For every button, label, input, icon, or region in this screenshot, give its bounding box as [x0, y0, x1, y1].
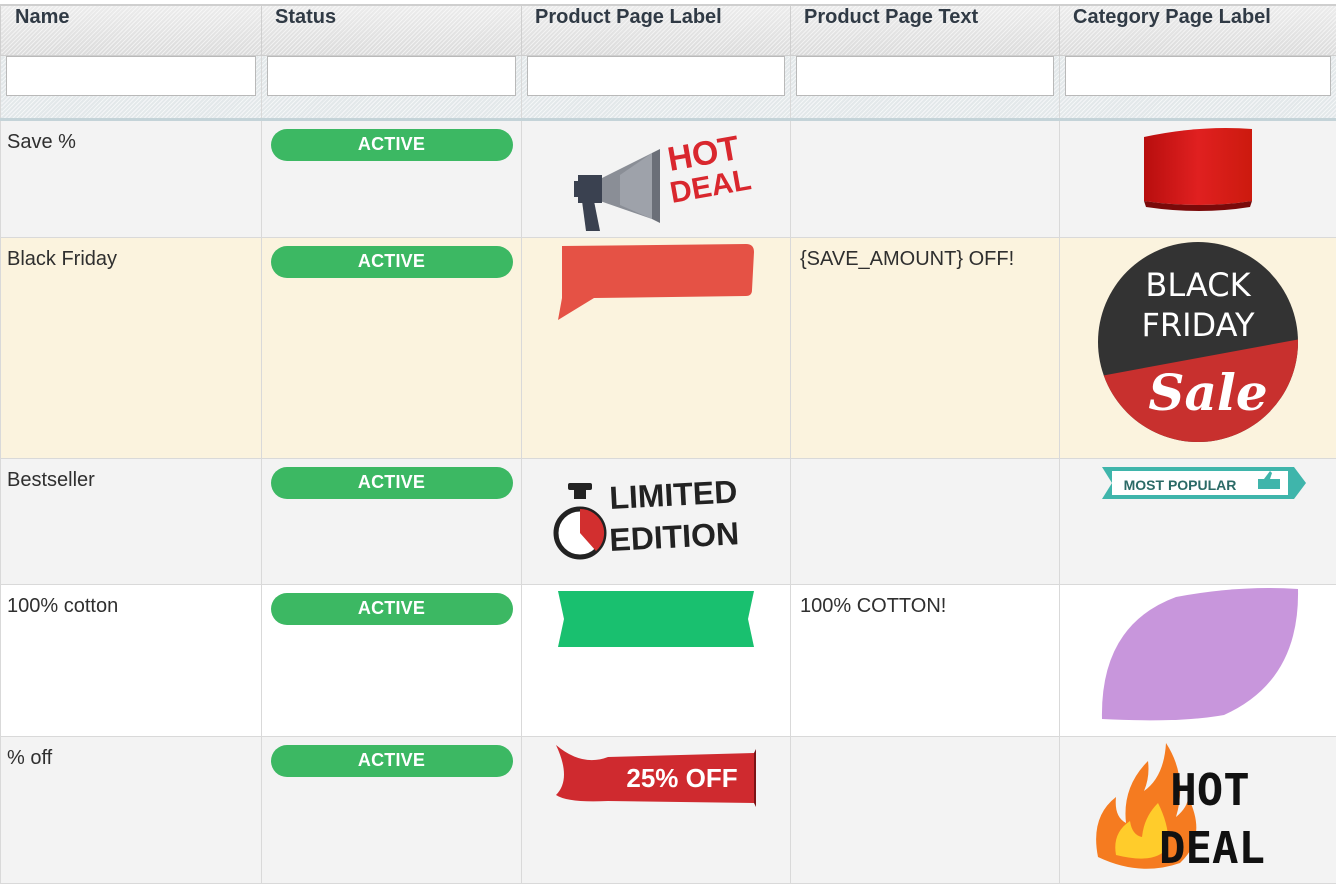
header-row: Name Status Product Page Label Product P…	[0, 4, 1336, 56]
row-product-page-text	[790, 458, 1060, 585]
flame-hot-deal-text-deal: DEAL	[1159, 823, 1265, 874]
row-product-label-cell: 25% OFF	[521, 736, 791, 884]
filter-cell-name	[0, 55, 262, 121]
row-name: % off	[0, 736, 262, 884]
row-product-label-cell	[521, 237, 791, 459]
labels-table: Name Status Product Page Label Product P…	[0, 4, 1336, 884]
black-friday-text-friday: FRIDAY	[1141, 306, 1255, 344]
most-popular-ribbon-icon: MOST POPULAR	[1102, 467, 1306, 499]
row-category-label-cell	[1059, 584, 1336, 737]
table-row[interactable]: 100% cotton ACTIVE 100% COTTON!	[0, 584, 1336, 737]
row-category-label-cell: MOST POPULAR	[1059, 458, 1336, 585]
table-row[interactable]: % off ACTIVE 25% OFF HOT DEAL	[0, 736, 1336, 884]
row-product-page-text	[790, 119, 1060, 238]
red-speech-banner-icon	[558, 244, 754, 320]
row-product-label-cell	[521, 584, 791, 737]
row-category-label-cell: BLACK FRIDAY Sale	[1059, 237, 1336, 459]
row-name: Bestseller	[0, 458, 262, 585]
row-category-label-cell: HOT DEAL	[1059, 736, 1336, 884]
filter-cell-category-page-label	[1059, 55, 1336, 121]
column-header-category-page-label[interactable]: Category Page Label	[1059, 4, 1336, 56]
filter-name-input[interactable]	[6, 56, 256, 96]
row-status-cell: ACTIVE	[261, 119, 522, 238]
megaphone-hot-deal-icon: HOT DEAL	[574, 129, 754, 231]
status-badge: ACTIVE	[270, 467, 513, 499]
column-header-product-page-text[interactable]: Product Page Text	[790, 4, 1060, 56]
flame-hot-deal-icon: HOT DEAL	[1096, 743, 1265, 874]
black-friday-sale-icon: BLACK FRIDAY Sale	[1098, 242, 1298, 442]
red-curl-ribbon-icon: 25% OFF	[556, 745, 756, 807]
most-popular-text: MOST POPULAR	[1124, 477, 1237, 493]
table-row[interactable]: Bestseller ACTIVE LIMITED EDITION MOST P…	[0, 458, 1336, 585]
filter-product-page-text-input[interactable]	[796, 56, 1054, 96]
black-friday-text-sale: Sale	[1148, 363, 1267, 422]
limited-edition-text-limited: LIMITED	[608, 473, 738, 516]
filter-product-page-label-input[interactable]	[527, 56, 785, 96]
status-badge: ACTIVE	[270, 745, 513, 777]
row-product-page-text: 100% COTTON!	[790, 584, 1060, 737]
filter-status-input[interactable]	[267, 56, 516, 96]
status-badge: ACTIVE	[270, 246, 513, 278]
filter-cell-status	[261, 55, 522, 121]
flame-hot-deal-text-hot: HOT	[1170, 765, 1249, 816]
table-row[interactable]: Black Friday ACTIVE {SAVE_AMOUNT} OFF! B…	[0, 237, 1336, 459]
filter-cell-product-page-text	[790, 55, 1060, 121]
row-product-page-text: {SAVE_AMOUNT} OFF!	[790, 237, 1060, 459]
column-header-status[interactable]: Status	[261, 4, 522, 56]
purple-leaf-icon	[1101, 588, 1299, 721]
status-badge: ACTIVE	[270, 129, 513, 161]
red-ribbon-icon	[1144, 128, 1252, 211]
row-product-page-text	[790, 736, 1060, 884]
row-name: 100% cotton	[0, 584, 262, 737]
table-row[interactable]: Save % ACTIVE HOT DEAL	[0, 119, 1336, 238]
row-product-label-cell: HOT DEAL	[521, 119, 791, 238]
column-header-name[interactable]: Name	[0, 4, 262, 56]
percent-off-text: 25% OFF	[626, 763, 737, 793]
filter-row	[0, 55, 1336, 121]
row-status-cell: ACTIVE	[261, 458, 522, 585]
row-status-cell: ACTIVE	[261, 584, 522, 737]
filter-cell-product-page-label	[521, 55, 791, 121]
row-category-label-cell	[1059, 119, 1336, 238]
stopwatch-limited-edition-icon: LIMITED EDITION	[553, 473, 740, 560]
labels-grid: Name Status Product Page Label Product P…	[0, 4, 1336, 884]
limited-edition-text-edition: EDITION	[608, 515, 739, 558]
row-name: Save %	[0, 119, 262, 238]
row-product-label-cell: LIMITED EDITION	[521, 458, 791, 585]
column-header-product-page-label[interactable]: Product Page Label	[521, 4, 791, 56]
status-badge: ACTIVE	[270, 593, 513, 625]
filter-category-page-label-input[interactable]	[1065, 56, 1331, 96]
green-ribbon-icon	[558, 591, 754, 647]
row-status-cell: ACTIVE	[261, 736, 522, 884]
row-status-cell: ACTIVE	[261, 237, 522, 459]
black-friday-text-black: BLACK	[1145, 266, 1251, 304]
row-name: Black Friday	[0, 237, 262, 459]
